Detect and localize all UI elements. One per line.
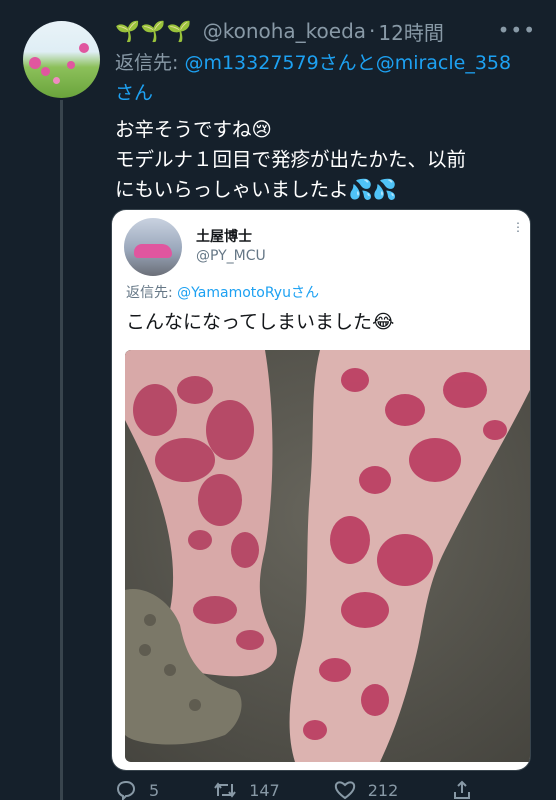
- reply-to: 返信先: @m13327579さんと@miracle_358 さん: [115, 48, 535, 108]
- share-icon: [454, 780, 471, 799]
- tweet-text-line-3: にもいらっしゃいましたよ: [115, 178, 349, 201]
- reply-connector: さんと: [318, 52, 376, 74]
- quote-text: こんなになってしまいました😂: [126, 307, 394, 334]
- more-options-icon[interactable]: •••: [498, 18, 536, 42]
- sweat-droplets-emoji: 💦💦: [348, 178, 398, 201]
- thread-line: [60, 100, 63, 800]
- quote-tweet-card[interactable]: 土屋博士 @PY_MCU ⋮ 返信先: @YamamotoRyuさん こんなにな…: [112, 210, 530, 770]
- mention-link-2[interactable]: @miracle_358: [376, 52, 511, 74]
- quote-text-body: こんなになってしまいました: [126, 311, 373, 333]
- like-count: 212: [367, 780, 399, 800]
- avatar-flower: [53, 77, 60, 84]
- user-handle[interactable]: @konoha_koeda: [203, 19, 366, 43]
- tweet-text-line-1: お辛そうですね: [115, 118, 252, 141]
- tweet-text: お辛そうですね😢 モデルナ１回目で発疹が出たかた、以前 にもいらっしゃいましたよ…: [115, 115, 535, 205]
- retweet-count: 147: [249, 780, 280, 800]
- quote-avatar[interactable]: [124, 218, 182, 276]
- sprout-icon: 🌱🌱🌱: [115, 19, 193, 43]
- reply-count: 5: [149, 780, 160, 800]
- share-button[interactable]: [452, 780, 484, 800]
- avatar[interactable]: [23, 21, 100, 98]
- reply-label: 返信先:: [115, 52, 185, 74]
- quote-reply-to: 返信先: @YamamotoRyuさん: [126, 282, 319, 302]
- crying-face-emoji: 😢: [251, 118, 272, 141]
- quote-reply-suffix: さん: [290, 285, 319, 301]
- heart-icon: [334, 781, 355, 800]
- tweet-text-line-2: モデルナ１回目で発疹が出たかた、以前: [115, 148, 467, 171]
- timestamp[interactable]: 12時間: [378, 17, 443, 46]
- tears-of-joy-emoji: 😂: [372, 311, 395, 333]
- tweet-header: 🌱🌱🌱 @konoha_koeda · 12時間 •••: [115, 16, 540, 46]
- quote-more-icon[interactable]: ⋮: [512, 220, 524, 234]
- quote-reply-label: 返信先:: [126, 285, 178, 301]
- like-button[interactable]: 212: [334, 780, 399, 800]
- avatar-flower: [41, 67, 50, 76]
- reply-suffix: さん: [115, 82, 154, 104]
- reply-icon: [116, 780, 136, 800]
- retweet-button[interactable]: 147: [213, 780, 280, 800]
- quote-user-name[interactable]: 土屋博士: [196, 226, 252, 246]
- avatar-flower: [67, 61, 75, 69]
- quote-mention-link[interactable]: @YamamotoRyu: [177, 285, 291, 301]
- quote-user-handle[interactable]: @PY_MCU: [196, 248, 266, 264]
- rash-legs-photo[interactable]: [125, 350, 530, 762]
- reply-button[interactable]: 5: [115, 780, 159, 800]
- mention-link-1[interactable]: @m13327579: [184, 52, 318, 74]
- photo-illustration: [125, 350, 530, 762]
- tweet-actions: 5 147 212: [115, 780, 535, 800]
- car-image: [134, 244, 172, 258]
- avatar-flower: [79, 43, 89, 53]
- retweet-icon: [214, 782, 236, 798]
- avatar-flower: [29, 57, 41, 69]
- separator-dot: ·: [369, 19, 376, 43]
